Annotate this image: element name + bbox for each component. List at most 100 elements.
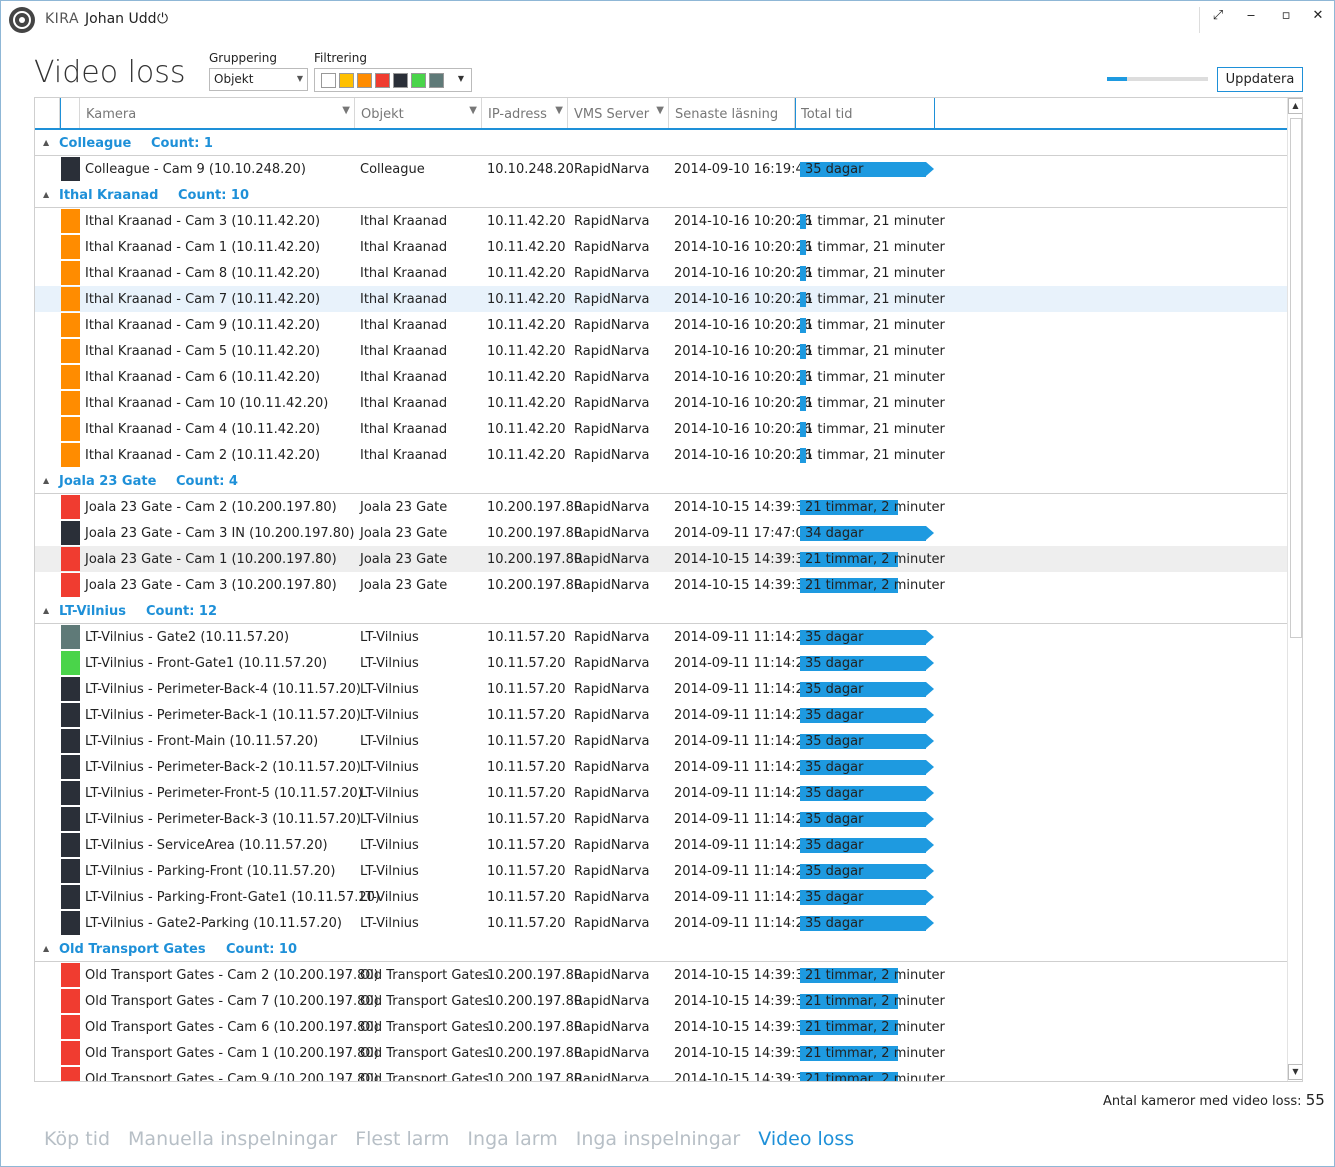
table-row[interactable]: LT-Vilnius - Perimeter-Back-3 (10.11.57.… (35, 806, 1287, 832)
table-row[interactable]: Old Transport Gates - Cam 2 (10.200.197.… (35, 962, 1287, 988)
group-row[interactable]: ▲ Joala 23 Gate Count: 4 (35, 468, 1287, 494)
group-row[interactable]: ▲ Colleague Count: 1 (35, 130, 1287, 156)
filter-color-swatch[interactable] (321, 73, 336, 88)
column-header-last-read[interactable]: Senaste läsning (669, 98, 795, 128)
table-row[interactable]: LT-Vilnius - Gate2 (10.11.57.20) LT-Vilni… (35, 624, 1287, 650)
scroll-down-icon[interactable]: ▼ (1288, 1064, 1302, 1080)
table-row[interactable]: Ithal Kraanad - Cam 5 (10.11.42.20) Ithal… (35, 338, 1287, 364)
nav-item-video-loss[interactable]: Video loss (758, 1128, 854, 1150)
table-row[interactable]: Ithal Kraanad - Cam 1 (10.11.42.20) Ithal… (35, 234, 1287, 260)
table-row[interactable]: Old Transport Gates - Cam 7 (10.200.197.… (35, 988, 1287, 1014)
table-row[interactable]: LT-Vilnius - Perimeter-Back-4 (10.11.57.… (35, 676, 1287, 702)
group-row[interactable]: ▲ LT-Vilnius Count: 12 (35, 598, 1287, 624)
table-row[interactable]: Ithal Kraanad - Cam 10 (10.11.42.20) Itha… (35, 390, 1287, 416)
table-row[interactable]: Ithal Kraanad - Cam 4 (10.11.42.20) Ithal… (35, 416, 1287, 442)
cell-ip: 10.200.197.80 (487, 1020, 583, 1035)
collapse-icon[interactable]: ▲ (43, 138, 49, 147)
table-row[interactable]: Old Transport Gates - Cam 9 (10.200.197.… (35, 1066, 1287, 1081)
nav-item-inga-larm[interactable]: Inga larm (467, 1128, 557, 1150)
table-row[interactable]: Ithal Kraanad - Cam 7 (10.11.42.20) Ithal… (35, 286, 1287, 312)
nav-item-manuella-inspelningar[interactable]: Manuella inspelningar (128, 1128, 337, 1150)
cell-object: LT-Vilnius (360, 812, 419, 827)
table-row[interactable]: Colleague - Cam 9 (10.10.248.20) Colleagu… (35, 156, 1287, 182)
header-status-column (60, 98, 80, 128)
cell-last-read: 2014-09-11 11:14:20 (674, 786, 813, 801)
camera-status-indicator (61, 729, 80, 753)
table-row[interactable]: LT-Vilnius - Perimeter-Front-5 (10.11.57… (35, 780, 1287, 806)
filter-color-swatch[interactable] (429, 73, 444, 88)
table-row[interactable]: LT-Vilnius - Front-Gate1 (10.11.57.20) LT… (35, 650, 1287, 676)
grouping-label: Gruppering (209, 51, 277, 65)
power-icon[interactable]: ⏻ (157, 11, 168, 27)
filter-icon[interactable]: ▼ (656, 105, 664, 116)
vertical-scrollbar[interactable]: ▲ ▼ (1287, 98, 1302, 1081)
column-header-ip[interactable]: IP-adress ▼ (482, 98, 568, 128)
filter-color-swatch[interactable] (393, 73, 408, 88)
cell-ip: 10.11.57.20 (487, 812, 566, 827)
cell-camera: Old Transport Gates - Cam 1 (10.200.197.… (85, 1046, 379, 1061)
filter-dropdown[interactable]: ▼ (314, 68, 472, 92)
table-row[interactable]: Joala 23 Gate - Cam 1 (10.200.197.80) Joa… (35, 546, 1287, 572)
table-row[interactable]: Joala 23 Gate - Cam 2 (10.200.197.80) Joa… (35, 494, 1287, 520)
table-row[interactable]: LT-Vilnius - Front-Main (10.11.57.20) LT-… (35, 728, 1287, 754)
restore-icon[interactable]: ⤢ (1206, 5, 1230, 27)
minimize-icon[interactable]: ‒ (1239, 5, 1263, 27)
cell-camera: Ithal Kraanad - Cam 10 (10.11.42.20) (85, 396, 329, 411)
cell-vms: RapidNarva (574, 318, 650, 333)
table-row[interactable]: Ithal Kraanad - Cam 6 (10.11.42.20) Ithal… (35, 364, 1287, 390)
cell-camera: Old Transport Gates - Cam 7 (10.200.197.… (85, 994, 379, 1009)
group-count: Count: 1 (151, 136, 213, 151)
total-time-text: 1 timmar, 21 minuter (805, 292, 945, 307)
nav-item-inga-inspelningar[interactable]: Inga inspelningar (576, 1128, 741, 1150)
cell-vms: RapidNarva (574, 292, 650, 307)
filter-icon[interactable]: ▼ (469, 105, 477, 116)
user-name[interactable]: Johan Udd (85, 11, 157, 27)
table-row[interactable]: Ithal Kraanad - Cam 9 (10.11.42.20) Ithal… (35, 312, 1287, 338)
table-row[interactable]: Joala 23 Gate - Cam 3 (10.200.197.80) Joa… (35, 572, 1287, 598)
column-header-camera[interactable]: Kamera ▼ (80, 98, 355, 128)
filter-color-swatch[interactable] (339, 73, 354, 88)
grouping-dropdown[interactable]: Objekt ▼ (209, 68, 308, 91)
column-label: Objekt (361, 107, 404, 122)
filter-color-swatch[interactable] (375, 73, 390, 88)
filter-color-swatch[interactable] (357, 73, 372, 88)
close-icon[interactable]: ✕ (1306, 5, 1330, 27)
update-button[interactable]: Uppdatera (1217, 67, 1303, 92)
maximize-icon[interactable]: ▫ (1274, 5, 1298, 27)
group-row[interactable]: ▲ Old Transport Gates Count: 10 (35, 936, 1287, 962)
table-row[interactable]: Ithal Kraanad - Cam 8 (10.11.42.20) Ithal… (35, 260, 1287, 286)
total-time-text: 1 timmar, 21 minuter (805, 240, 945, 255)
filter-color-swatch[interactable] (411, 73, 426, 88)
column-header-vms[interactable]: VMS Server ▼ (568, 98, 669, 128)
table-row[interactable]: LT-Vilnius - Parking-Front (10.11.57.20)… (35, 858, 1287, 884)
total-time-text: 35 dagar (805, 162, 864, 177)
total-time-text: 34 dagar (805, 526, 864, 541)
scrollbar-thumb[interactable] (1290, 118, 1302, 638)
table-row[interactable]: Ithal Kraanad - Cam 2 (10.11.42.20) Ithal… (35, 442, 1287, 468)
table-row[interactable]: Joala 23 Gate - Cam 3 IN (10.200.197.80)… (35, 520, 1287, 546)
nav-item-flest-larm[interactable]: Flest larm (355, 1128, 449, 1150)
filter-icon[interactable]: ▼ (342, 105, 350, 116)
filter-icon[interactable]: ▼ (555, 105, 563, 116)
cell-last-read: 2014-10-16 10:20:26 (674, 214, 813, 229)
table-row[interactable]: LT-Vilnius - Perimeter-Back-1 (10.11.57.… (35, 702, 1287, 728)
column-header-total-time[interactable]: Total tid (795, 98, 935, 128)
table-row[interactable]: LT-Vilnius - Parking-Front-Gate1 (10.11.… (35, 884, 1287, 910)
cell-last-read: 2014-10-15 14:39:39 (674, 1046, 813, 1061)
table-row[interactable]: LT-Vilnius - Gate2-Parking (10.11.57.20)… (35, 910, 1287, 936)
group-row[interactable]: ▲ Ithal Kraanad Count: 10 (35, 182, 1287, 208)
table-row[interactable]: Old Transport Gates - Cam 1 (10.200.197.… (35, 1040, 1287, 1066)
table-row[interactable]: Ithal Kraanad - Cam 3 (10.11.42.20) Ithal… (35, 208, 1287, 234)
column-header-object[interactable]: Objekt ▼ (355, 98, 482, 128)
table-row[interactable]: LT-Vilnius - ServiceArea (10.11.57.20) LT… (35, 832, 1287, 858)
table-row[interactable]: LT-Vilnius - Perimeter-Back-2 (10.11.57.… (35, 754, 1287, 780)
collapse-icon[interactable]: ▲ (43, 190, 49, 199)
nav-item-k-p-tid[interactable]: Köp tid (44, 1128, 110, 1150)
collapse-icon[interactable]: ▲ (43, 606, 49, 615)
cell-vms: RapidNarva (574, 916, 650, 931)
cell-object: Ithal Kraanad (360, 318, 448, 333)
collapse-icon[interactable]: ▲ (43, 476, 49, 485)
collapse-icon[interactable]: ▲ (43, 944, 49, 953)
table-row[interactable]: Old Transport Gates - Cam 6 (10.200.197.… (35, 1014, 1287, 1040)
scroll-up-icon[interactable]: ▲ (1288, 98, 1302, 114)
